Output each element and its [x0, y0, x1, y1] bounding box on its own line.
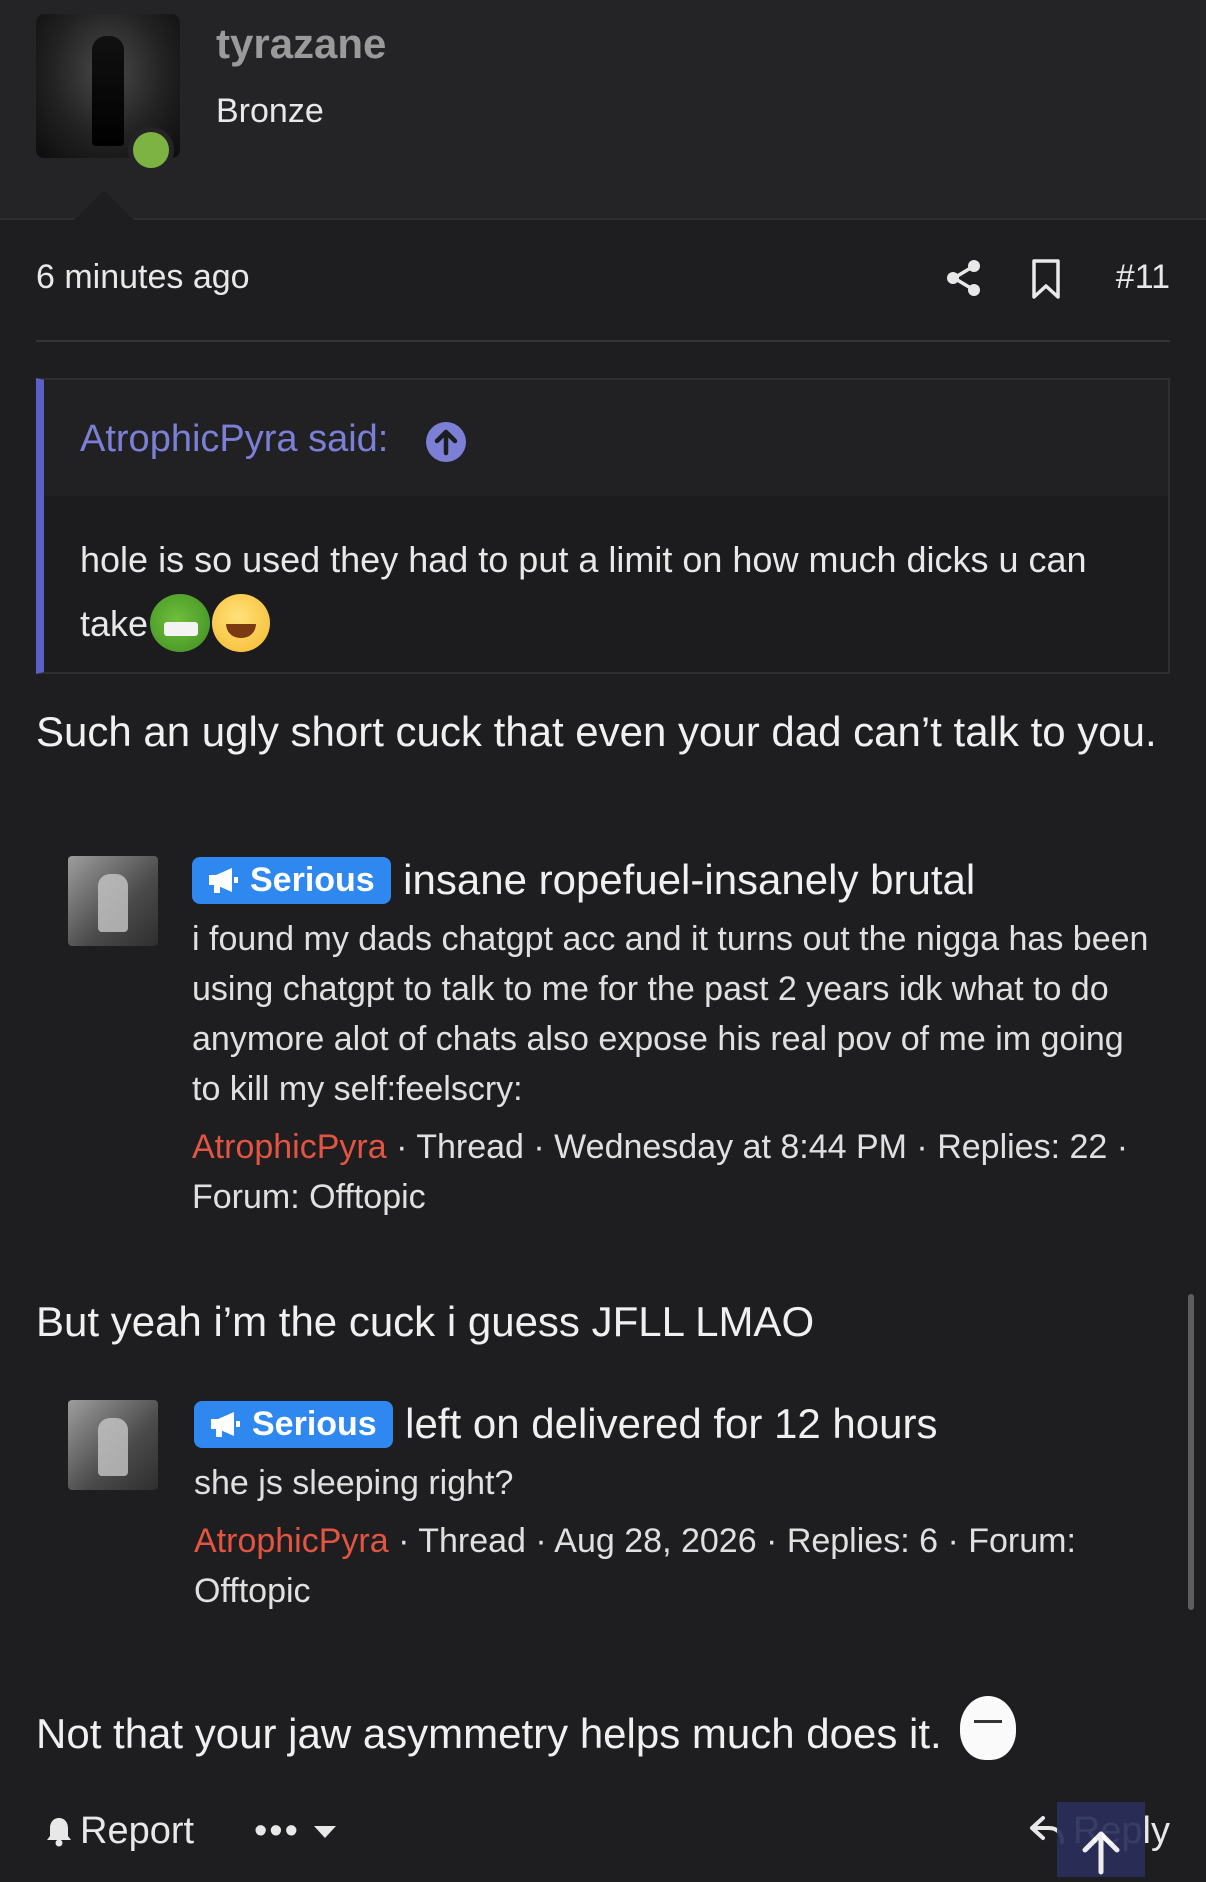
serious-badge[interactable]: Serious [192, 856, 391, 904]
arrow-up-icon [1082, 1831, 1120, 1875]
thread-title-row: Serious left on delivered for 12 hours [194, 1400, 1154, 1448]
pepe-laugh-icon [150, 594, 211, 652]
post-paragraph: But yeah i’m the cuck i guess JFLL LMAO [36, 1298, 815, 1345]
report-button[interactable]: Report [44, 1810, 194, 1853]
thread-embed-content: Serious insane ropefuel-insanely brutal … [192, 856, 1152, 1222]
post-paragraph: Not that your jaw asymmetry helps much d… [36, 1710, 942, 1757]
megaphone-icon [211, 1411, 240, 1437]
post-time[interactable]: 6 minutes ago [36, 258, 250, 297]
post-paragraph-wrap: Not that your jaw asymmetry helps much d… [36, 1696, 1176, 1766]
divider [36, 340, 1170, 342]
post-meta: 6 minutes ago #11 [36, 258, 1170, 304]
username[interactable]: tyrazane [216, 20, 386, 68]
post-paragraph: Such an ugly short cuck that even your d… [36, 708, 1157, 755]
quote-block: AtrophicPyra said: hole is so used they … [36, 378, 1170, 674]
badge-label: Serious [252, 1404, 377, 1443]
thread-author[interactable]: AtrophicPyra [194, 1522, 389, 1560]
thread-meta: AtrophicPyra · Thread · Aug 28, 2026 · R… [194, 1516, 1154, 1616]
crying-wojak-icon [959, 1696, 1016, 1760]
laughing-crying-emoji-icon [212, 594, 271, 652]
thread-embed-content: Serious left on delivered for 12 hours s… [194, 1400, 1154, 1616]
bookmark-icon[interactable] [1026, 258, 1066, 300]
serious-badge[interactable]: Serious [194, 1400, 393, 1448]
quote-header: AtrophicPyra said: [44, 380, 1168, 496]
thread-snippet: i found my dads chatgpt acc and it turns… [192, 920, 1149, 1108]
bell-icon [47, 1818, 71, 1847]
online-status-icon [128, 127, 174, 173]
scrollbar[interactable] [1188, 1294, 1194, 1610]
thread-meta: AtrophicPyra · Thread · Wednesday at 8:4… [192, 1122, 1152, 1222]
chevron-down-icon [314, 1826, 337, 1838]
jump-to-quote-icon[interactable] [426, 422, 466, 462]
thread-title[interactable]: insane ropefuel-insanely brutal [403, 856, 975, 903]
thread-snippet: she js sleeping right? [194, 1464, 514, 1502]
header-pointer [74, 190, 134, 220]
more-label: ••• [254, 1810, 300, 1852]
badge-label: Serious [250, 860, 375, 899]
post-number[interactable]: #11 [1116, 258, 1170, 297]
report-label: Report [80, 1810, 195, 1852]
thread-title-row: Serious insane ropefuel-insanely brutal [192, 856, 1152, 904]
share-icon[interactable] [944, 258, 984, 298]
thread-title[interactable]: left on delivered for 12 hours [405, 1400, 937, 1447]
thread-embed[interactable]: Serious insane ropefuel-insanely brutal … [68, 856, 1148, 1236]
thread-embed[interactable]: Serious left on delivered for 12 hours s… [68, 1400, 1138, 1640]
quote-attribution[interactable]: AtrophicPyra said: [80, 418, 388, 461]
post-header: tyrazane Bronze [0, 0, 1206, 220]
more-options-button[interactable]: ••• [254, 1810, 338, 1853]
megaphone-icon [209, 867, 238, 893]
user-rank: Bronze [216, 92, 324, 130]
post-actions: Report ••• Reply [36, 1810, 1170, 1864]
thread-author-avatar[interactable] [68, 1400, 158, 1490]
thread-author[interactable]: AtrophicPyra [192, 1128, 387, 1166]
quote-text-wrap: hole is so used they had to put a limit … [80, 528, 1120, 656]
thread-author-avatar[interactable] [68, 856, 158, 946]
scroll-to-top-button[interactable] [1057, 1802, 1145, 1877]
